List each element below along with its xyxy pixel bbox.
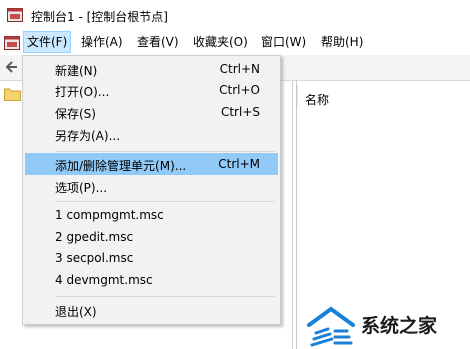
- file-menu-exit[interactable]: 退出(X): [25, 299, 278, 321]
- menu-action[interactable]: 操作(A): [78, 31, 126, 53]
- console-app-icon: [7, 8, 23, 22]
- menu-item-label: 新建(N): [55, 64, 98, 78]
- menu-item-label: 4 devmgmt.msc: [55, 273, 153, 287]
- menu-separator: [55, 151, 275, 152]
- house-logo-icon: [307, 306, 355, 347]
- menu-separator: [55, 201, 275, 202]
- window-title: 控制台1 - [控制台根节点]: [31, 10, 168, 24]
- menu-item-label: 2 gpedit.msc: [55, 230, 134, 244]
- file-menu-recent-3[interactable]: 3 secpol.msc: [25, 247, 278, 269]
- menu-view[interactable]: 查看(V): [134, 31, 182, 53]
- column-divider: [297, 85, 298, 107]
- file-menu-open[interactable]: 打开(O)... Ctrl+O: [25, 79, 278, 101]
- menu-item-label: 退出(X): [55, 305, 97, 319]
- menu-separator: [55, 296, 275, 297]
- menu-item-label: 选项(P)...: [55, 181, 108, 195]
- menu-item-label: 添加/删除管理单元(M)...: [55, 159, 187, 173]
- file-menu-recent-2[interactable]: 2 gpedit.msc: [25, 226, 278, 248]
- back-arrow-icon[interactable]: [3, 59, 19, 75]
- folder-icon[interactable]: [4, 88, 21, 101]
- file-menu-dropdown: 新建(N) Ctrl+N 打开(O)... Ctrl+O 保存(S) Ctrl+…: [22, 55, 281, 325]
- watermark-text: 系统之家: [361, 315, 438, 337]
- menu-item-shortcut: Ctrl+M: [218, 157, 260, 171]
- file-menu-add-remove-snapin[interactable]: 添加/删除管理单元(M)... Ctrl+M: [25, 153, 278, 175]
- menu-item-shortcut: Ctrl+O: [219, 83, 260, 97]
- file-menu-recent-1[interactable]: 1 compmgmt.msc: [25, 204, 278, 226]
- file-menu-save[interactable]: 保存(S) Ctrl+S: [25, 101, 278, 123]
- watermark-logo: 系统之家: [305, 303, 470, 349]
- title-bar: 控制台1 - [控制台根节点]: [0, 0, 470, 31]
- file-menu-save-as[interactable]: 另存为(A)...: [25, 123, 278, 145]
- menu-favorites[interactable]: 收藏夹(O): [190, 31, 251, 53]
- system-menu-icon[interactable]: [4, 36, 20, 50]
- file-menu-recent-4[interactable]: 4 devmgmt.msc: [25, 269, 278, 291]
- menu-item-label: 3 secpol.msc: [55, 251, 134, 265]
- menu-item-shortcut: Ctrl+S: [220, 105, 260, 119]
- menu-file[interactable]: 文件(F): [23, 31, 72, 53]
- menu-item-label: 保存(S): [55, 107, 96, 121]
- menu-item-shortcut: Ctrl+N: [219, 62, 260, 76]
- menu-item-label: 另存为(A)...: [55, 129, 121, 143]
- name-column-header[interactable]: 名称: [305, 91, 329, 108]
- menu-item-label: 1 compmgmt.msc: [55, 208, 164, 222]
- menu-bar: 文件(F) 操作(A) 查看(V) 收藏夹(O) 窗口(W) 帮助(H): [0, 31, 470, 55]
- file-menu-options[interactable]: 选项(P)...: [25, 175, 278, 197]
- menu-help[interactable]: 帮助(H): [318, 31, 366, 53]
- menu-item-label: 打开(O)...: [55, 85, 110, 99]
- file-menu-new[interactable]: 新建(N) Ctrl+N: [25, 58, 278, 80]
- menu-window[interactable]: 窗口(W): [258, 31, 309, 53]
